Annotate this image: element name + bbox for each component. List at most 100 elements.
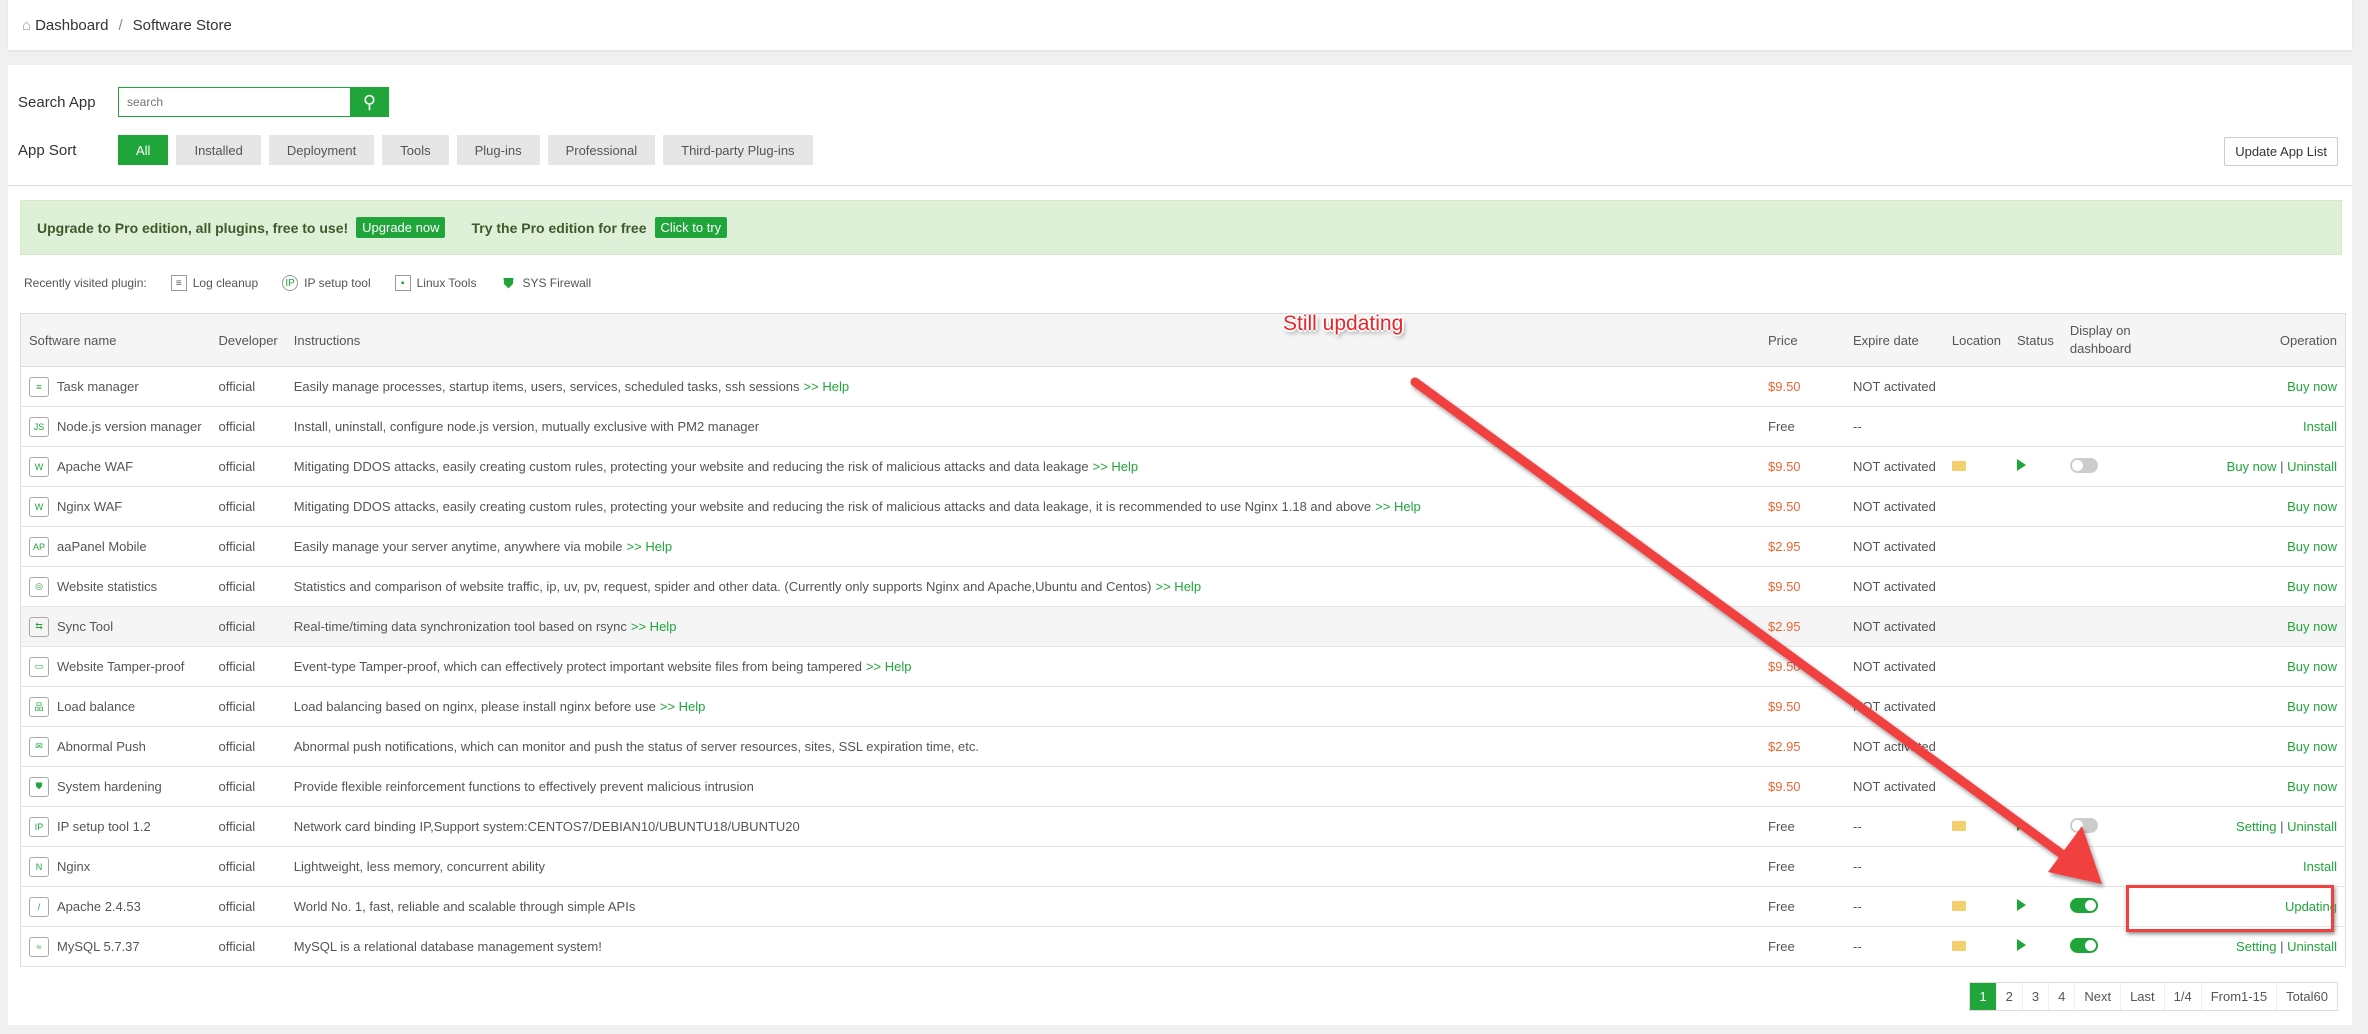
software-name[interactable]: N Nginx — [29, 856, 203, 877]
instructions-text: MySQL is a relational database managemen… — [293, 939, 602, 954]
divider — [8, 185, 2352, 186]
header-software-name: Software name — [20, 313, 211, 367]
breadcrumb-separator: / — [118, 16, 123, 34]
buy-now-link[interactable]: Buy now — [2287, 659, 2337, 674]
upgrade-now-button[interactable]: Upgrade now — [356, 217, 446, 238]
install-link[interactable]: Install — [2303, 859, 2337, 874]
app-icon: ⛊ — [29, 776, 49, 797]
help-link[interactable]: >> Help — [660, 699, 706, 714]
sort-installed[interactable]: Installed — [176, 135, 261, 165]
dashboard-toggle[interactable] — [2069, 897, 2098, 913]
software-name[interactable]: IP IP setup tool 1.2 — [29, 816, 203, 837]
setting-link[interactable]: Setting — [2236, 939, 2276, 954]
help-link[interactable]: >> Help — [631, 619, 677, 634]
cell-location — [1943, 846, 2010, 887]
software-name[interactable]: ⛊ System hardening — [29, 776, 203, 797]
sort-tools[interactable]: Tools — [382, 135, 449, 165]
help-link[interactable]: >> Help — [804, 379, 850, 394]
app-icon: N — [29, 856, 49, 877]
home-icon[interactable]: ⌂ — [22, 17, 31, 34]
install-link[interactable]: Install — [2303, 419, 2337, 434]
uninstall-link[interactable]: Uninstall — [2287, 459, 2337, 474]
sort-all[interactable]: All — [118, 135, 169, 165]
software-name[interactable]: ✉ Abnormal Push — [29, 736, 203, 757]
help-link[interactable]: >> Help — [1375, 499, 1421, 514]
recent-log-cleanup[interactable]: ≡ Log cleanup — [170, 275, 258, 291]
setting-link[interactable]: Setting — [2236, 819, 2276, 834]
buy-now-link[interactable]: Buy now — [2227, 459, 2277, 474]
buy-now-link[interactable]: Buy now — [2287, 699, 2337, 714]
sort-professional[interactable]: Professional — [547, 135, 656, 165]
scrollbar[interactable] — [2354, 0, 2368, 1034]
page-4[interactable]: 4 — [2048, 983, 2074, 1010]
cell-price: Free — [1760, 406, 1845, 447]
cell-operation: Buy now | Uninstall — [2181, 446, 2346, 487]
sort-third-party-plug-ins[interactable]: Third-party Plug-ins — [663, 135, 813, 165]
software-name-label: Nginx WAF — [57, 499, 123, 514]
buy-now-link[interactable]: Buy now — [2287, 779, 2337, 794]
sort-plug-ins[interactable]: Plug-ins — [456, 135, 540, 165]
software-name[interactable]: AP aaPanel Mobile — [29, 536, 203, 557]
buy-now-link[interactable]: Buy now — [2287, 579, 2337, 594]
instructions-text: Easily manage your server anytime, anywh… — [293, 539, 623, 554]
software-name[interactable]: ⇆ Sync Tool — [29, 616, 203, 637]
recent-sys-firewall[interactable]: ⛊ SYS Firewall — [500, 275, 591, 291]
folder-icon[interactable] — [1951, 461, 1966, 471]
software-name[interactable]: JS Node.js version manager — [29, 416, 203, 437]
app-icon: ◎ — [29, 576, 49, 597]
recent-ip-setup[interactable]: IP IP setup tool — [282, 275, 371, 291]
cell-instructions: Mitigating DDOS attacks, easily creating… — [285, 486, 1760, 527]
page-1[interactable]: 1 — [1970, 983, 1996, 1010]
uninstall-link[interactable]: Uninstall — [2287, 819, 2337, 834]
toolbox-icon: ▪ — [394, 275, 411, 291]
cell-display-dashboard — [2061, 806, 2182, 847]
help-link[interactable]: >> Help — [866, 659, 912, 674]
next-page-button[interactable]: Next — [2074, 983, 2120, 1010]
separator: | — [2276, 819, 2288, 834]
software-name[interactable]: ≈ MySQL 5.7.37 — [29, 936, 203, 957]
recent-item-label: IP setup tool — [304, 276, 371, 290]
update-app-list-button[interactable]: Update App List — [2224, 137, 2338, 166]
help-link[interactable]: >> Help — [1156, 579, 1202, 594]
folder-icon[interactable] — [1951, 941, 1966, 951]
uninstall-link[interactable]: Uninstall — [2287, 939, 2337, 954]
folder-icon[interactable] — [1951, 821, 1966, 831]
search-button[interactable]: ⚲ — [350, 87, 389, 117]
recent-linux-tools[interactable]: ▪ Linux Tools — [394, 275, 476, 291]
page-3[interactable]: 3 — [2021, 983, 2048, 1010]
software-name[interactable]: / Apache 2.4.53 — [29, 896, 203, 917]
recent-plugins: Recently visited plugin: ≡ Log cleanup IP… — [24, 275, 591, 291]
dashboard-toggle[interactable] — [2069, 457, 2098, 473]
breadcrumb-dashboard[interactable]: Dashboard — [35, 17, 108, 34]
software-name[interactable]: W Nginx WAF — [29, 496, 203, 517]
software-name[interactable]: W Apache WAF — [29, 456, 203, 477]
buy-now-link[interactable]: Buy now — [2287, 379, 2337, 394]
cell-display-dashboard — [2061, 766, 2182, 807]
click-to-try-button[interactable]: Click to try — [654, 217, 728, 238]
buy-now-link[interactable]: Buy now — [2287, 539, 2337, 554]
play-icon[interactable] — [2017, 819, 2027, 831]
dashboard-toggle[interactable] — [2069, 817, 2098, 833]
software-name[interactable]: ≡ Task manager — [29, 376, 203, 397]
buy-now-link[interactable]: Buy now — [2287, 499, 2337, 514]
dashboard-toggle[interactable] — [2069, 937, 2098, 953]
last-page-button[interactable]: Last — [2120, 983, 2164, 1010]
play-icon[interactable] — [2017, 459, 2027, 471]
search-input[interactable] — [118, 87, 350, 117]
play-icon[interactable] — [2017, 939, 2027, 951]
play-icon[interactable] — [2017, 899, 2027, 911]
help-link[interactable]: >> Help — [627, 539, 673, 554]
cell-location — [1943, 926, 2010, 967]
help-link[interactable]: >> Help — [1093, 459, 1139, 474]
software-name[interactable]: ▭ Website Tamper-proof — [29, 656, 203, 677]
cell-expire: NOT activated — [1845, 646, 1944, 687]
sort-deployment[interactable]: Deployment — [268, 135, 375, 165]
buy-now-link[interactable]: Buy now — [2287, 739, 2337, 754]
software-name[interactable]: 品 Load balance — [29, 696, 203, 717]
software-name[interactable]: ◎ Website statistics — [29, 576, 203, 597]
folder-icon[interactable] — [1951, 901, 1966, 911]
cell-developer: official — [210, 926, 286, 967]
cell-expire: -- — [1845, 886, 1944, 927]
buy-now-link[interactable]: Buy now — [2287, 619, 2337, 634]
page-2[interactable]: 2 — [1995, 983, 2022, 1010]
